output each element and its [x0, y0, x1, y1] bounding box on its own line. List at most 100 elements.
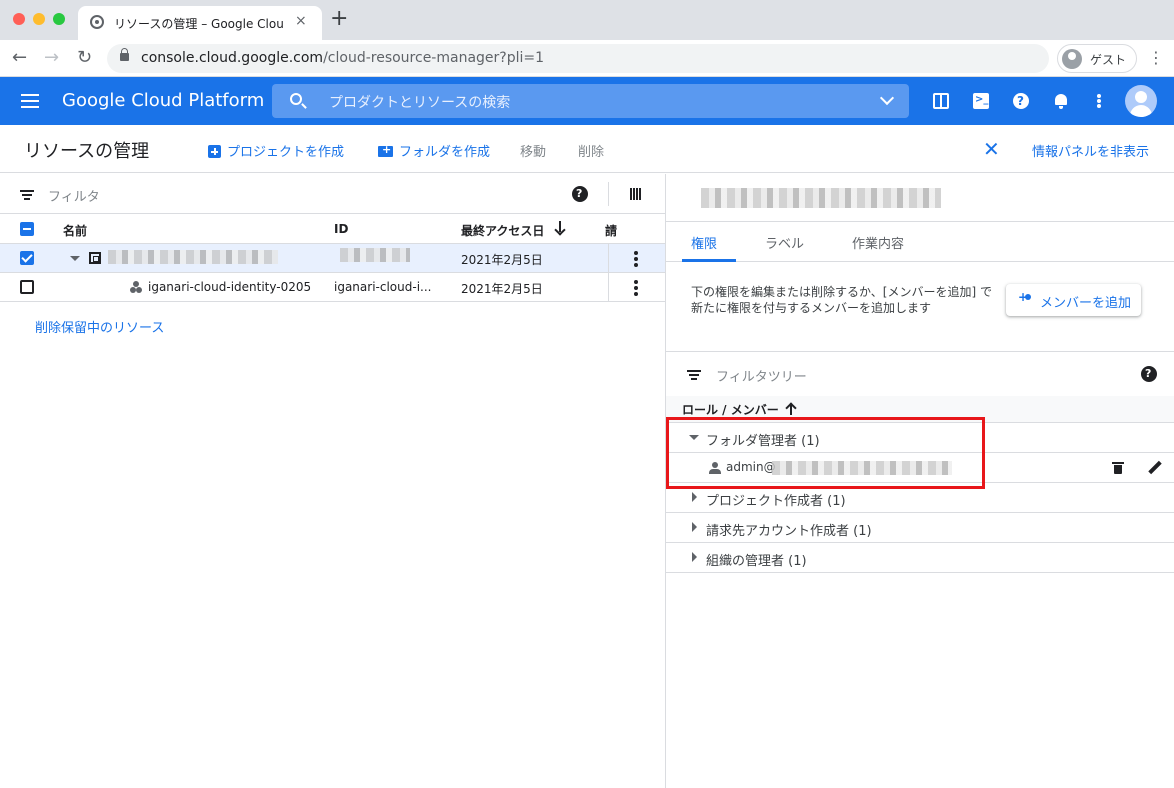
delete-icon[interactable] [1112, 462, 1124, 474]
gift-icon[interactable] [933, 93, 949, 109]
url-host: console.cloud.google.com [141, 50, 324, 66]
delete-button[interactable]: 削除 [578, 141, 604, 160]
person-add-icon [1018, 290, 1034, 306]
maximize-window-button[interactable] [53, 13, 65, 25]
resource-list-panel: フィルタ 名前 ID 最終アクセス日 請 2021年2月5日 iganari-c… [0, 174, 665, 788]
role-member-header-label: ロール / メンバー [682, 403, 779, 417]
address-bar[interactable]: console.cloud.google.com/cloud-resource-… [107, 44, 1049, 73]
filter-icon [20, 190, 34, 200]
column-truncated[interactable]: 請 [605, 222, 617, 239]
minimize-window-button[interactable] [33, 13, 45, 25]
tree-filter-input[interactable]: フィルタツリー [716, 366, 807, 385]
help-icon[interactable] [1141, 366, 1157, 382]
pending-deletion-link[interactable]: 削除保留中のリソース [35, 317, 164, 336]
search-icon [290, 93, 302, 105]
role-label: プロジェクト作成者 (1) [706, 494, 846, 509]
info-panel-tabs: 権限 ラベル 作業内容 [666, 222, 1174, 262]
table-row[interactable]: iganari-cloud-identity-0205 iganari-clou… [0, 273, 665, 302]
last-access-date: 2021年2月5日 [461, 282, 543, 296]
expand-caret-icon[interactable] [692, 522, 697, 532]
info-panel-header [666, 174, 1174, 222]
permissions-info: 下の権限を編集または削除するか、[メンバーを追加] で新たに権限を付与するメンバ… [666, 262, 1174, 352]
row-actions-icon[interactable] [634, 251, 638, 269]
role-row-org-admin[interactable]: 組織の管理者 (1) [666, 543, 1174, 573]
tab-title: リソースの管理 – Google Cloud P [114, 17, 284, 31]
table-header: 名前 ID 最終アクセス日 請 [0, 215, 665, 244]
sort-ascending-icon[interactable] [786, 402, 796, 416]
tab-permissions[interactable]: 権限 [691, 233, 717, 252]
create-project-button[interactable]: プロジェクトを作成 [208, 141, 344, 160]
page-action-bar: リソースの管理 プロジェクトを作成 フォルダを作成 移動 削除 ✕ 情報パネルを… [0, 125, 1174, 173]
row-checkbox[interactable] [20, 280, 34, 294]
organization-icon [89, 252, 101, 264]
expand-caret-icon[interactable] [692, 552, 697, 562]
gcp-logo-title[interactable]: Google Cloud Platform [62, 90, 264, 111]
browser-menu-icon[interactable]: ⋮ [1148, 48, 1164, 67]
gcp-favicon-icon [90, 15, 104, 29]
role-label: 請求先アカウント作成者 (1) [706, 524, 872, 539]
resource-name[interactable]: iganari-cloud-identity-0205 [148, 280, 311, 294]
tab-activity[interactable]: 作業内容 [852, 233, 904, 252]
role-row-billing-creator[interactable]: 請求先アカウント作成者 (1) [666, 513, 1174, 543]
tab-labels[interactable]: ラベル [765, 233, 804, 252]
tab-close-icon[interactable]: × [295, 13, 307, 29]
notifications-bell-icon[interactable] [1053, 93, 1069, 109]
last-access-date: 2021年2月5日 [461, 253, 543, 267]
row-actions-icon[interactable] [634, 280, 638, 298]
resource-filter-bar[interactable]: フィルタ [0, 174, 665, 214]
edit-pencil-icon[interactable] [1148, 461, 1162, 475]
help-icon[interactable] [1013, 93, 1029, 109]
column-id[interactable]: ID [334, 222, 348, 236]
expand-caret-icon[interactable] [70, 256, 80, 261]
redacted-id [340, 248, 410, 262]
gcp-header: Google Cloud Platform プロダクトとリソースの検索 [0, 77, 1174, 125]
divider [608, 244, 609, 273]
create-project-label: プロジェクトを作成 [227, 145, 345, 160]
url-text: console.cloud.google.com/cloud-resource-… [141, 50, 544, 66]
resource-id: iganari-cloud-i... [334, 280, 432, 294]
chevron-down-icon[interactable] [879, 90, 895, 106]
permissions-description: 下の権限を編集または削除するか、[メンバーを追加] で新たに権限を付与するメンバ… [691, 285, 992, 315]
column-display-icon[interactable] [630, 188, 642, 200]
hamburger-menu-icon[interactable] [21, 94, 39, 108]
role-label: 組織の管理者 (1) [706, 554, 807, 569]
add-box-icon [208, 145, 221, 158]
close-icon[interactable]: ✕ [983, 139, 1000, 159]
new-tab-button[interactable]: + [330, 8, 348, 30]
lock-icon [120, 48, 129, 61]
hide-info-panel-link[interactable]: 情報パネルを非表示 [1032, 141, 1149, 160]
divider [608, 182, 609, 206]
forward-icon[interactable]: → [44, 46, 59, 70]
sort-descending-icon[interactable] [555, 221, 565, 235]
divider [608, 273, 609, 302]
filter-input[interactable]: フィルタ [48, 186, 100, 205]
redacted-name [108, 250, 278, 264]
column-name[interactable]: 名前 [63, 222, 87, 239]
help-icon[interactable] [572, 186, 588, 202]
create-folder-label: フォルダを作成 [399, 145, 491, 160]
page-title: リソースの管理 [24, 141, 150, 162]
select-all-checkbox[interactable] [20, 222, 34, 236]
column-last-access[interactable]: 最終アクセス日 [461, 222, 544, 239]
expand-caret-icon[interactable] [692, 492, 697, 502]
highlight-annotation [666, 417, 985, 489]
tree-filter-bar[interactable]: フィルタツリー [666, 354, 1174, 394]
close-window-button[interactable] [13, 13, 25, 25]
browser-tab[interactable]: リソースの管理 – Google Cloud P × [78, 6, 322, 40]
table-row[interactable]: 2021年2月5日 [0, 244, 665, 273]
add-member-button[interactable]: メンバーを追加 [1006, 284, 1141, 316]
folder-add-icon [378, 143, 393, 157]
cloud-shell-icon[interactable] [973, 93, 989, 109]
redacted-resource-name [701, 188, 941, 208]
account-avatar[interactable] [1125, 85, 1157, 117]
back-icon[interactable]: ← [12, 46, 27, 70]
profile-label: ゲスト [1090, 53, 1127, 67]
row-checkbox[interactable] [20, 251, 34, 265]
more-options-icon[interactable] [1097, 94, 1101, 108]
profile-button[interactable]: ゲスト [1057, 44, 1137, 73]
move-button[interactable]: 移動 [520, 141, 546, 160]
product-search-input[interactable]: プロダクトとリソースの検索 [272, 84, 909, 118]
add-member-label: メンバーを追加 [1040, 296, 1132, 311]
create-folder-button[interactable]: フォルダを作成 [378, 141, 490, 160]
reload-icon[interactable]: ↻ [77, 46, 92, 70]
